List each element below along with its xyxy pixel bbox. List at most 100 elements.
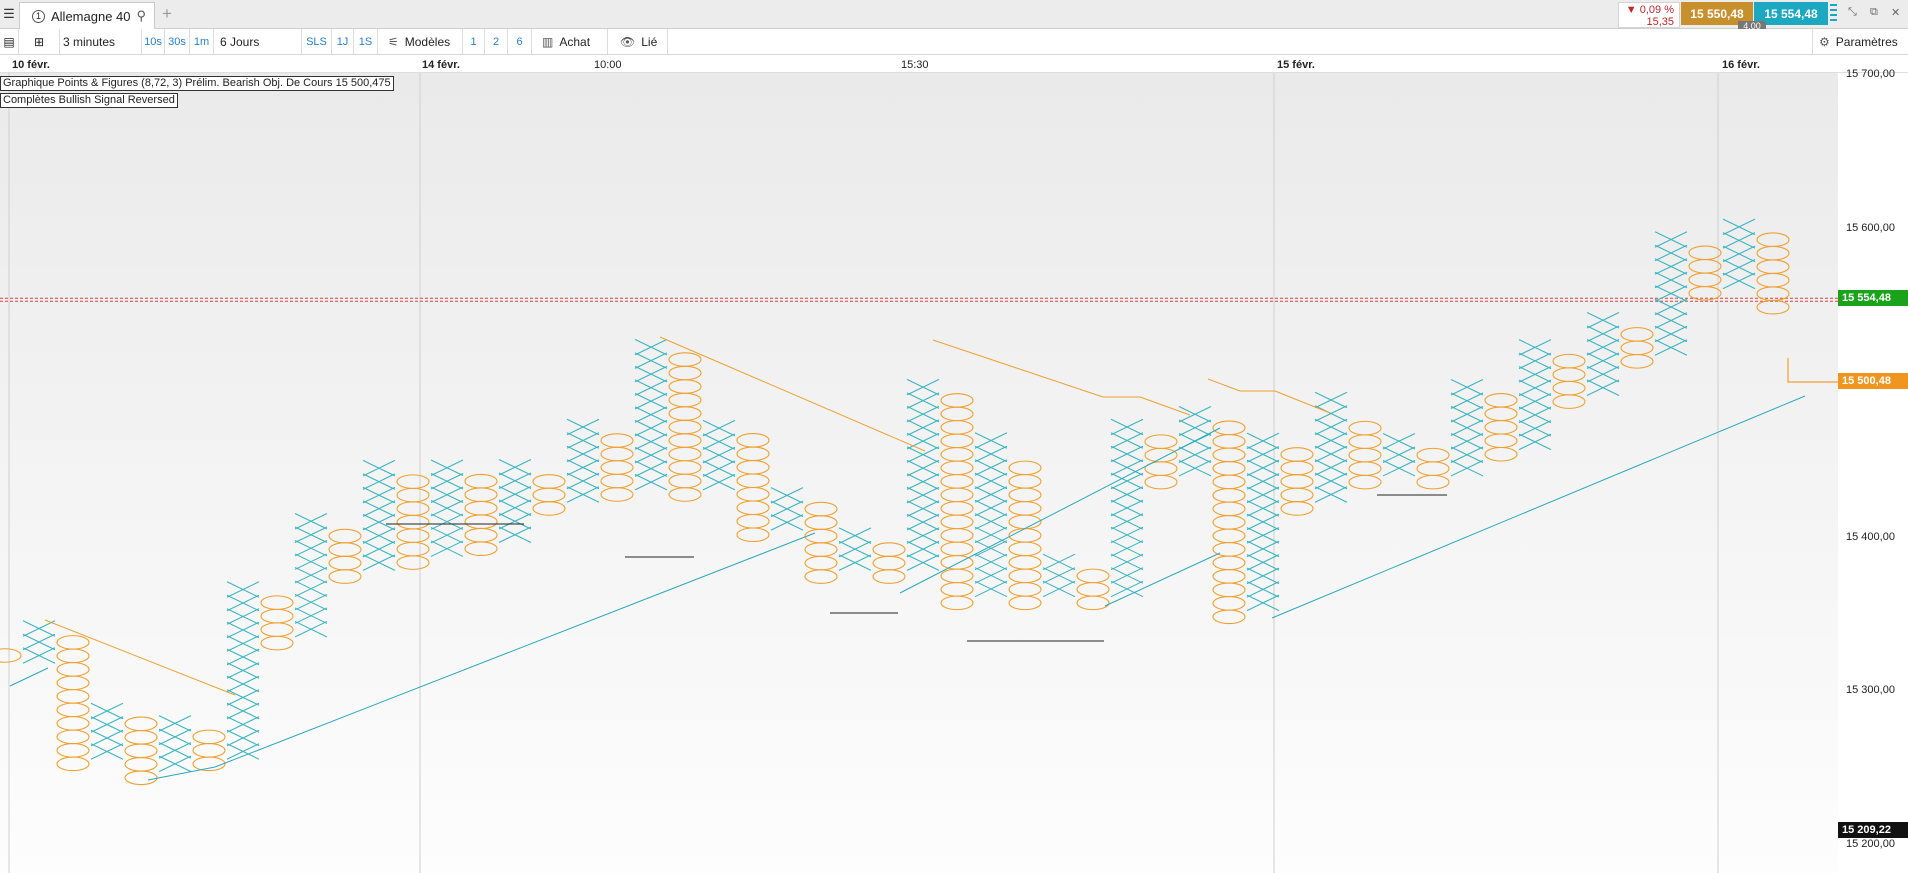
interval-select[interactable]: 3 minutes [60,29,142,54]
support-trendline [899,427,1221,594]
o-mark [1552,353,1586,369]
o-mark [124,716,158,732]
range-sls[interactable]: SLS [302,29,332,54]
layout-grid-icon[interactable]: ⊞ [19,29,60,54]
support-trendline [214,532,816,768]
models-button[interactable]: ⚟ Modèles [378,29,463,54]
o-mark [940,433,974,449]
o-mark [1484,406,1518,422]
hamburger-menu-icon[interactable]: ☰ [0,0,18,28]
o-mark [1348,474,1382,490]
buy-label: Achat [559,34,591,49]
o-mark [668,365,702,381]
interval-30s[interactable]: 30s [165,29,190,54]
range-1s[interactable]: 1S [354,29,378,54]
popout-window-icon[interactable]: ⧉ [1870,6,1878,19]
o-mark [1688,258,1722,274]
o-mark [668,392,702,408]
close-window-icon[interactable]: ✕ [1891,6,1900,19]
target-price-tag: 15 500,48 [1838,373,1908,389]
o-mark [396,528,430,543]
interval-10s[interactable]: 10s [142,29,165,54]
o-mark [736,527,770,543]
o-mark [396,487,430,503]
o-mark [940,568,974,584]
resistance-trendline [932,339,1104,398]
o-mark [1212,609,1246,625]
o-mark [1756,272,1790,288]
buy-button[interactable]: ▥ Achat [532,29,608,54]
o-mark [736,473,770,489]
o-mark [56,716,90,731]
o-mark [1688,245,1722,261]
o-mark [124,743,158,759]
o-mark [1008,460,1042,476]
o-mark [328,569,362,584]
pnf-chart-area[interactable]: Graphique Points & Figures (8,72, 3) Pré… [0,73,1838,873]
o-mark [532,487,566,503]
layout-1[interactable]: 1 [463,29,485,54]
o-mark [1280,447,1314,462]
time-axis: 10 févr. 14 févr. 10:00 15:30 15 févr. 1… [0,55,1908,73]
o-mark [56,702,90,718]
o-mark [1212,488,1246,503]
o-mark [1008,555,1042,570]
o-mark [56,756,90,772]
o-mark [0,648,22,663]
o-mark [1280,474,1314,489]
o-mark [56,662,90,677]
o-mark [396,501,430,516]
o-mark [1280,460,1314,476]
o-mark [1008,582,1042,597]
range-1j[interactable]: 1J [332,29,354,54]
o-mark [872,569,906,584]
tab-title: Allemagne 40 [51,8,131,24]
o-mark [1008,501,1042,516]
list-view-icon[interactable]: ▤ [0,29,19,54]
o-mark [668,406,702,421]
linked-button[interactable]: 👁 Lié [608,29,668,54]
o-mark [1144,474,1178,490]
o-mark [940,474,974,489]
support-trendline [9,667,49,687]
o-mark [1688,272,1722,288]
gear-icon: ⚙ [1819,34,1830,49]
layout-6[interactable]: 6 [508,29,532,54]
resistance-trendline [1274,390,1331,414]
settings-button[interactable]: ⚙ Paramètres [1812,29,1908,54]
o-mark [600,460,634,475]
o-mark [600,473,634,489]
o-mark [940,514,974,530]
range-select[interactable]: 6 Jours [214,29,302,54]
signal-info-line: Complètes Bullish Signal Reversed [0,93,178,108]
o-mark [1756,259,1790,275]
change-percent-value: 0,09 % [1639,4,1674,16]
pnf-chart-svg [0,73,1838,873]
o-mark [804,528,838,544]
o-mark [1484,433,1518,449]
o-mark [940,501,974,516]
o-mark [1756,299,1790,315]
price-tick: 15 700,00 [1846,68,1895,80]
price-tick: 15 400,00 [1846,531,1895,543]
o-mark [1212,528,1246,544]
minimize-window-icon[interactable]: ⤡ [1848,6,1857,19]
low-price-tag: 15 209,22 [1838,822,1908,838]
o-mark [1008,514,1042,530]
interval-1m[interactable]: 1m [190,29,214,54]
o-mark [260,635,294,651]
o-mark [1280,487,1314,503]
o-mark [260,608,294,624]
layout-2[interactable]: 2 [485,29,508,54]
o-mark [396,514,430,530]
o-mark [396,474,430,489]
time-label: 10 févr. [12,59,50,71]
o-mark [668,379,702,394]
o-mark [668,473,702,489]
add-tab-icon[interactable]: + [162,4,172,24]
o-mark [1348,434,1382,449]
o-mark [940,541,974,557]
instrument-tab[interactable]: 1 Allemagne 40 ⚲ [19,2,155,29]
search-icon[interactable]: ⚲ [137,8,147,24]
o-mark [464,541,498,556]
